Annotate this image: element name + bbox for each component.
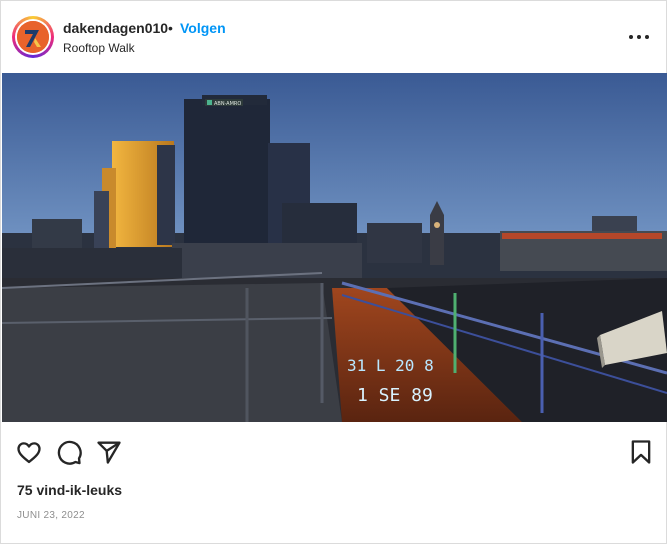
- post-photo[interactable]: ABN·AMRO 31 L 20 8 1 SE 89: [2, 73, 667, 422]
- post-date[interactable]: JUNI 23, 2022: [17, 510, 85, 521]
- likes-count[interactable]: 75 vind-ik-leuks: [17, 482, 122, 498]
- floor-text-line2: 1 SE 89: [357, 385, 433, 406]
- floor-text-line1: 31 L 20 8: [347, 356, 434, 375]
- more-options-icon[interactable]: [625, 25, 653, 49]
- building-sign-text: ABN·AMRO: [214, 101, 241, 107]
- send-icon[interactable]: [95, 438, 123, 466]
- avatar[interactable]: [12, 16, 54, 58]
- action-bar: [1, 422, 667, 482]
- username-link[interactable]: dakendagen010: [63, 20, 168, 36]
- heart-icon[interactable]: [15, 438, 43, 466]
- profile-logo: [17, 21, 49, 53]
- post-header: dakendagen010 • Volgen Rooftop Walk: [1, 1, 667, 73]
- follow-button[interactable]: Volgen: [180, 20, 226, 36]
- separator-dot: •: [168, 20, 173, 36]
- bookmark-icon[interactable]: [627, 438, 655, 466]
- location-link[interactable]: Rooftop Walk: [63, 41, 135, 55]
- post-card: dakendagen010 • Volgen Rooftop Walk ABN·…: [0, 0, 667, 544]
- comment-icon[interactable]: [55, 438, 83, 466]
- logo-7a-icon: [17, 21, 49, 53]
- rooftop-photo-image: ABN·AMRO 31 L 20 8 1 SE 89: [2, 73, 667, 422]
